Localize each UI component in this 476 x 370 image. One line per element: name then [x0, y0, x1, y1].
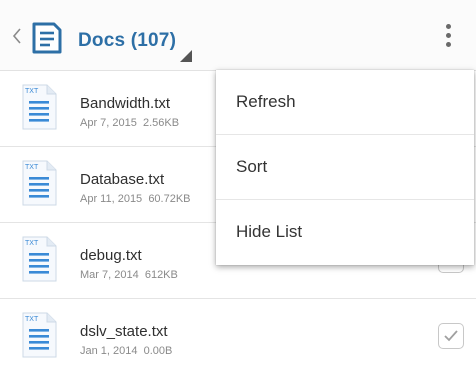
menu-item-label: Hide List — [236, 222, 303, 241]
file-type-badge: TXT — [25, 88, 39, 95]
file-meta: Mar 7, 2014 612KB — [80, 269, 178, 281]
txt-file-icon: TXT — [22, 236, 57, 282]
file-size: 2.56KB — [143, 117, 180, 129]
more-vertical-icon[interactable] — [442, 24, 454, 54]
file-manager-screen: Docs (107) TXT Bandwidth.txt Apr 7, 2015… — [0, 0, 476, 370]
overflow-menu: Refresh Sort Hide List — [216, 70, 474, 265]
txt-file-icon: TXT — [22, 312, 57, 358]
select-checkbox[interactable] — [438, 323, 464, 349]
file-name: Database.txt — [80, 171, 165, 188]
file-size: 612KB — [144, 269, 178, 281]
file-name: debug.txt — [80, 247, 142, 264]
file-size: 60.72KB — [148, 193, 191, 205]
menu-item-hide-list[interactable]: Hide List — [216, 200, 474, 265]
file-meta: Apr 11, 2015 60.72KB — [80, 193, 191, 205]
file-size: 0.00B — [143, 345, 173, 357]
dropdown-triangle-icon[interactable] — [180, 50, 192, 62]
txt-file-icon: TXT — [22, 160, 57, 206]
menu-item-label: Refresh — [236, 92, 296, 111]
file-date: Mar 7, 2014 — [80, 269, 139, 281]
file-type-badge: TXT — [25, 316, 39, 323]
file-date: Jan 1, 2014 — [80, 345, 138, 357]
file-name: dslv_state.txt — [80, 323, 168, 340]
file-date: Apr 11, 2015 — [80, 193, 143, 205]
txt-file-icon: TXT — [22, 84, 57, 130]
file-meta: Jan 1, 2014 0.00B — [80, 345, 172, 357]
file-name: Bandwidth.txt — [80, 95, 171, 112]
menu-item-sort[interactable]: Sort — [216, 135, 474, 200]
toolbar: Docs (107) — [0, 0, 476, 71]
list-item[interactable]: TXT dslv_state.txt Jan 1, 2014 0.00B — [0, 299, 476, 370]
document-list-icon[interactable] — [30, 20, 64, 56]
file-date: Apr 7, 2015 — [80, 117, 137, 129]
file-type-badge: TXT — [25, 240, 39, 247]
page-title[interactable]: Docs (107) — [78, 30, 176, 52]
menu-item-refresh[interactable]: Refresh — [216, 70, 474, 135]
file-meta: Apr 7, 2015 2.56KB — [80, 117, 179, 129]
file-type-badge: TXT — [25, 164, 39, 171]
chevron-left-icon[interactable] — [12, 28, 22, 44]
checkmark-icon — [444, 330, 458, 342]
menu-item-label: Sort — [236, 157, 268, 176]
